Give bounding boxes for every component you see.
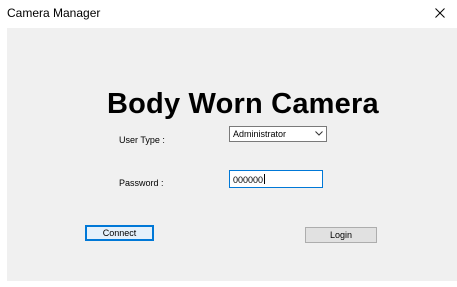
client-area: Body Worn Camera User Type : Administrat… [7,28,457,281]
text-caret [264,174,266,184]
connect-button[interactable]: Connect [85,225,154,241]
camera-manager-window: Camera Manager Body Worn Camera User Typ… [0,0,457,287]
close-icon [435,8,445,18]
user-type-label: User Type : [119,135,165,145]
password-field[interactable]: 000000 [229,170,323,188]
chevron-down-icon [315,131,323,136]
password-label: Password : [119,178,164,188]
title-bar: Camera Manager [0,0,457,28]
login-button[interactable]: Login [305,227,377,243]
password-value: 000000 [233,174,266,185]
app-heading: Body Worn Camera [107,88,379,120]
user-type-value: Administrator [233,129,287,139]
window-title: Camera Manager [7,6,101,20]
close-button[interactable] [423,0,457,26]
user-type-select[interactable]: Administrator [229,126,327,142]
